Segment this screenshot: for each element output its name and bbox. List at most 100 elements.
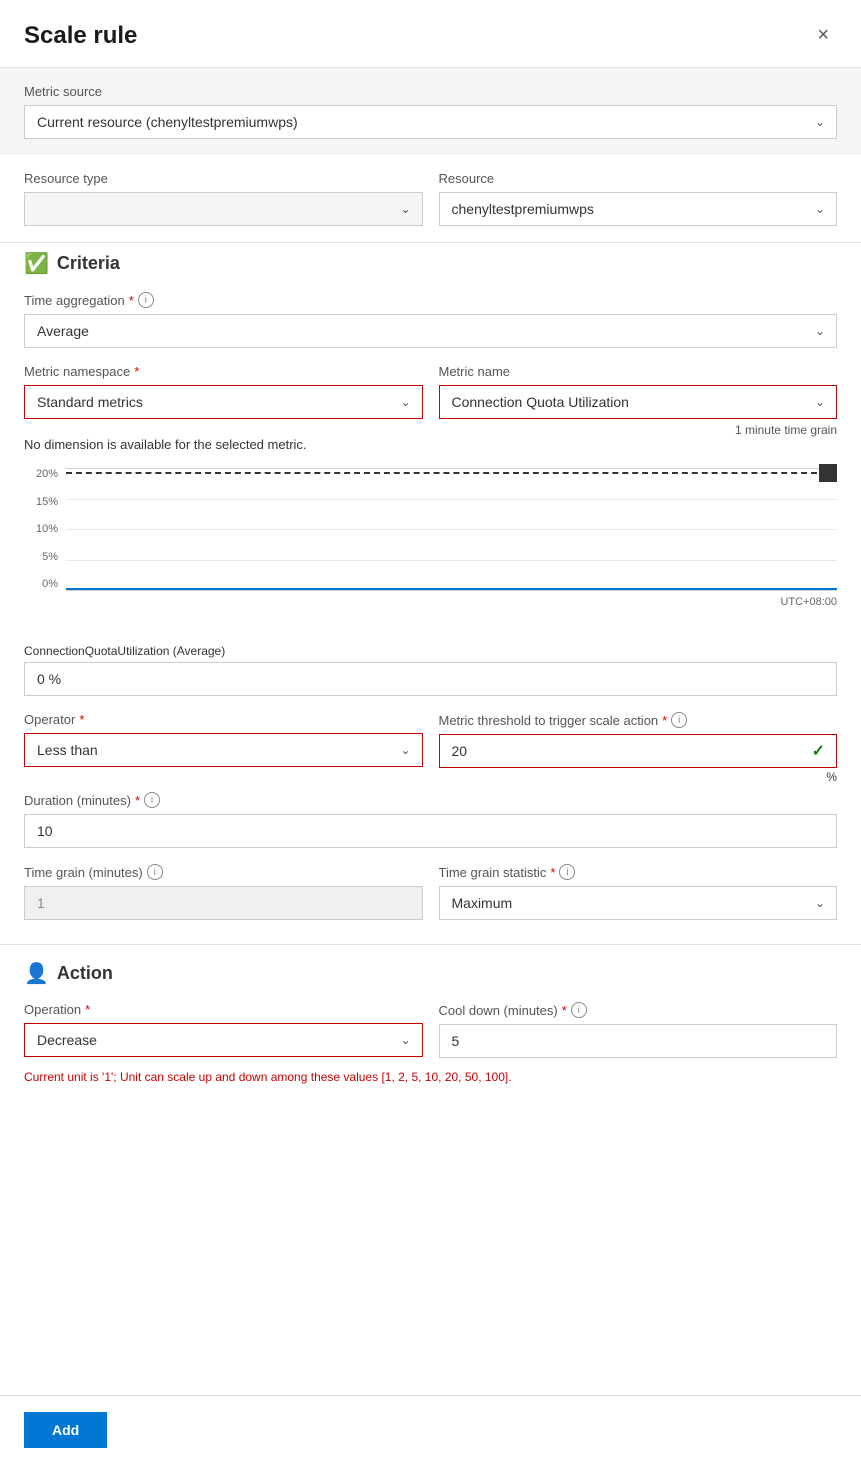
time-aggregation-required: * [129,293,134,308]
action-icon: 👤 [24,961,49,986]
time-aggregation-info-icon[interactable]: i [138,292,154,308]
operator-wrapper: Less than ⌄ [24,733,423,767]
time-grain-statistic-label: Time grain statistic * i [439,864,838,880]
chart-container: 20% 15% 10% 5% 0% [24,468,837,628]
resource-type-field: Resource type ⌄ [24,171,423,226]
y-label-0: 0% [42,578,58,590]
hint-text: Current unit is '1'; Unit can scale up a… [24,1070,837,1084]
panel-title: Scale rule [24,22,137,50]
threshold-field: Metric threshold to trigger scale action… [439,712,838,784]
action-section: 👤 Action Operation * Decrease ⌄ Cool dow… [0,944,861,1100]
cool-down-label: Cool down (minutes) * i [439,1002,838,1018]
time-grain-statistic-wrapper: Maximum ⌄ [439,886,838,920]
y-label-5: 5% [42,551,58,563]
threshold-info-icon[interactable]: i [671,712,687,728]
resource-type-label: Resource type [24,171,423,186]
duration-field: Duration (minutes) * i [24,792,837,848]
metric-name-select[interactable]: Connection Quota Utilization [439,385,838,419]
time-grain-minutes-input [24,886,423,920]
threshold-label: Metric threshold to trigger scale action… [439,712,838,728]
resource-select[interactable]: chenyltestpremiumwps [439,192,838,226]
chart-plot [66,468,837,590]
metric-namespace-select[interactable]: Standard metrics [24,385,423,419]
metric-source-label: Metric source [24,84,837,99]
operator-required: * [79,712,84,727]
cool-down-input[interactable] [439,1024,838,1058]
time-aggregation-select[interactable]: Average [24,314,837,348]
resource-two-col: Resource type ⌄ Resource chenyltestpremi… [24,171,837,226]
operation-wrapper: Decrease ⌄ [24,1023,423,1057]
metric-name-field: Metric name Connection Quota Utilization… [439,364,838,419]
chart-y-axis: 20% 15% 10% 5% 0% [24,468,62,590]
panel-header: Scale rule × [0,0,861,68]
metric-namespace-name-row: Metric namespace * Standard metrics ⌄ Me… [24,364,837,419]
data-line [66,588,837,590]
time-grain-statistic-info-icon[interactable]: i [559,864,575,880]
y-label-20: 20% [36,468,58,480]
grid-line-top [66,468,837,469]
time-grain-statistic-field: Time grain statistic * i Maximum ⌄ [439,864,838,920]
metric-namespace-required: * [134,364,139,379]
duration-input[interactable] [24,814,837,848]
time-aggregation-label: Time aggregation * i [24,292,837,308]
resource-field: Resource chenyltestpremiumwps ⌄ [439,171,838,226]
cool-down-required: * [562,1003,567,1018]
time-grain-statistic-select[interactable]: Maximum [439,886,838,920]
operation-cooldown-row: Operation * Decrease ⌄ Cool down (minute… [24,1002,837,1058]
metric-name-label: Metric name [439,364,838,379]
scale-rule-panel: Scale rule × Metric source Current resou… [0,0,861,1464]
metric-value-label: ConnectionQuotaUtilization (Average) [24,644,837,658]
y-label-15: 15% [36,496,58,508]
threshold-input-wrapper: ✓ [439,734,838,768]
threshold-dashed-line [66,472,817,474]
time-aggregation-field: Time aggregation * i Average ⌄ [24,292,837,348]
metric-namespace-label: Metric namespace * [24,364,423,379]
operation-field: Operation * Decrease ⌄ [24,1002,423,1058]
time-grain-minutes-label: Time grain (minutes) i [24,864,423,880]
utc-label: UTC+08:00 [780,596,837,608]
resource-type-select[interactable] [24,192,423,226]
metric-source-select[interactable]: Current resource (chenyltestpremiumwps) [24,105,837,139]
grid-line-1 [66,499,837,500]
time-grain-statistic-required: * [550,865,555,880]
grain-note: 1 minute time grain [24,423,837,437]
threshold-required: * [662,713,667,728]
duration-label: Duration (minutes) * i [24,792,837,808]
grid-line-2 [66,529,837,530]
criteria-label: Criteria [57,253,120,274]
duration-info-icon[interactable]: i [144,792,160,808]
threshold-dragger[interactable] [819,464,837,482]
metric-value-input[interactable] [24,662,837,696]
resource-label: Resource [439,171,838,186]
cool-down-info-icon[interactable]: i [571,1002,587,1018]
operation-required: * [85,1002,90,1017]
add-button[interactable]: Add [24,1412,107,1448]
criteria-header: ✅ Criteria [24,251,837,276]
time-aggregation-wrapper: Average ⌄ [24,314,837,348]
operation-select[interactable]: Decrease [24,1023,423,1057]
operator-select[interactable]: Less than [24,733,423,767]
time-grain-minutes-field: Time grain (minutes) i [24,864,423,920]
grid-line-bottom [66,590,837,591]
percent-label: % [439,770,838,784]
metric-namespace-field: Metric namespace * Standard metrics ⌄ [24,364,423,419]
cool-down-field: Cool down (minutes) * i [439,1002,838,1058]
no-dimension-text: No dimension is available for the select… [24,437,837,452]
operator-label: Operator * [24,712,423,727]
criteria-section: ✅ Criteria Time aggregation * i Average … [0,242,861,936]
metric-value-box: ConnectionQuotaUtilization (Average) [24,644,837,696]
metric-namespace-wrapper: Standard metrics ⌄ [24,385,423,419]
metric-source-wrapper: Current resource (chenyltestpremiumwps) … [24,105,837,139]
duration-required: * [135,793,140,808]
threshold-input[interactable] [439,734,838,768]
y-label-10: 10% [36,523,58,535]
metric-name-wrapper: Connection Quota Utilization ⌄ [439,385,838,419]
resource-type-wrapper: ⌄ [24,192,423,226]
close-button[interactable]: × [809,20,837,51]
time-grain-info-icon[interactable]: i [147,864,163,880]
resource-wrapper: chenyltestpremiumwps ⌄ [439,192,838,226]
action-label: Action [57,963,113,984]
grid-line-3 [66,560,837,561]
operation-label: Operation * [24,1002,423,1017]
operator-field: Operator * Less than ⌄ [24,712,423,767]
